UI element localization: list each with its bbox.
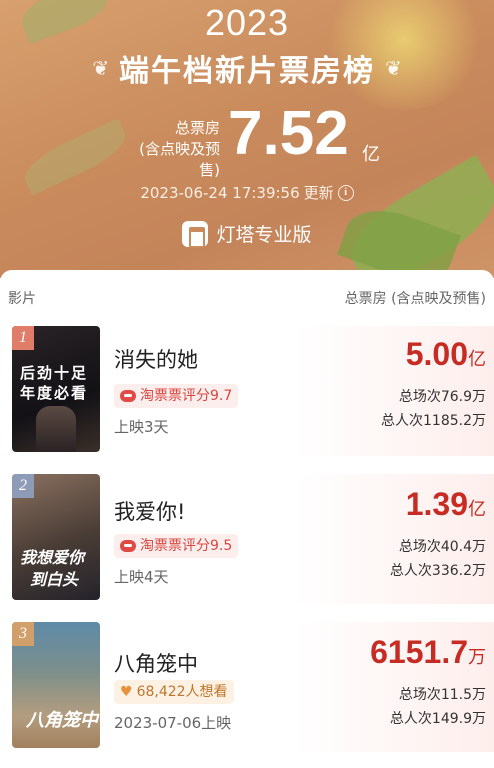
movie-row[interactable]: 3 八角笼中 八角笼中 ♥ 68,422人想看 2023-07-06上映 615… [0,622,494,752]
poster-tagline: 年度必看 [20,384,89,402]
total-sessions: 总场次11.5万 [398,687,486,703]
rank-badge: 3 [12,622,34,646]
total-box-office-value: 7.52 [228,99,349,168]
taopiaopiao-icon [120,540,136,552]
laurel-right-icon: ❦ [385,56,402,80]
total-viewers: 总人次149.9万 [389,711,486,727]
box-office-value: 5.00 [405,336,468,372]
box-office-value: 1.39 [405,486,468,522]
poster-tagline: 我想爱你 [20,548,85,567]
movie-poster[interactable]: 1 后劲十足 年度必看 [12,326,100,452]
brand-name: 灯塔专业版 [216,224,312,246]
box-office: 1.39亿 [406,486,486,523]
want-to-see-tag: ♥ 68,422人想看 [114,680,234,704]
rating-tag: 淘票票评分9.5 [114,534,239,558]
release-date: 2023-07-06上映 [114,714,232,732]
update-suffix: 更新 [303,184,334,202]
box-office-unit: 亿 [468,349,486,369]
total-sessions: 总场次40.4万 [398,539,486,555]
movie-title[interactable]: 八角笼中 [114,648,198,678]
taopiaopiao-icon [120,390,136,402]
lighthouse-logo-icon [182,220,209,248]
update-time-row: 2023-06-24 17:39:56 更新 i [0,182,494,203]
movie-poster[interactable]: 3 八角笼中 [12,622,100,748]
poster-tagline: 到白头 [30,570,79,589]
release-status: 上映3天 [114,418,169,436]
movie-title[interactable]: 我爱你! [114,496,185,526]
box-office: 6151.7万 [370,634,486,671]
poster-title-art: 八角笼中 [26,710,98,731]
total-label-line1: 总票房 [174,119,220,137]
rating-text: 淘票票评分9.7 [140,388,233,404]
want-to-see-count: 68,422人想看 [136,684,228,700]
rating-tag: 淘票票评分9.7 [114,384,239,408]
release-status: 上映4天 [114,568,169,586]
title-row: ❦ 端午档新片票房榜 ❦ [0,46,494,90]
poster-tagline: 后劲十足 [20,364,89,382]
box-office-unit: 万 [468,647,486,667]
column-header-movie: 影片 [8,291,36,307]
ranking-panel: 影片 总票房 (含点映及预售) 1 后劲十足 年度必看 消失的她 淘票票评分9.… [0,270,494,768]
page-title: 端午档新片票房榜 [119,54,375,89]
laurel-left-icon: ❦ [92,56,109,80]
rating-text: 淘票票评分9.5 [140,538,233,554]
header-banner: 2023 ❦ 端午档新片票房榜 ❦ 总票房 (含点映及预售) 7.52 亿 20… [0,0,494,278]
movie-poster[interactable]: 2 我想爱你 到白头 [12,474,100,600]
rank-badge: 2 [12,474,34,498]
brand-row: 灯塔专业版 [0,220,494,248]
movie-row[interactable]: 1 后劲十足 年度必看 消失的她 淘票票评分9.7 上映3天 5.00亿 总场次… [0,326,494,456]
total-box-office-unit: 亿 [362,144,380,165]
box-office-unit: 亿 [468,499,486,519]
heart-icon: ♥ [120,684,133,700]
box-office: 5.00亿 [406,336,486,373]
total-sessions: 总场次76.9万 [398,389,486,405]
column-header-box-office: 总票房 (含点映及预售) [344,291,486,307]
year-heading: 2023 [204,2,290,43]
total-viewers: 总人次336.2万 [389,563,486,579]
total-viewers: 总人次1185.2万 [381,413,486,429]
update-time: 2023-06-24 17:39:56 [140,183,300,202]
info-icon[interactable]: i [337,184,354,201]
total-label: 总票房 (含点映及预售) [130,118,220,181]
poster-figure [36,406,76,452]
movie-row[interactable]: 2 我想爱你 到白头 我爱你! 淘票票评分9.5 上映4天 1.39亿 总场次4… [0,474,494,604]
rank-badge: 1 [12,326,34,350]
total-label-line2: (含点映及预售) [139,140,220,179]
box-office-value: 6151.7 [370,634,468,670]
movie-title[interactable]: 消失的她 [114,344,198,374]
